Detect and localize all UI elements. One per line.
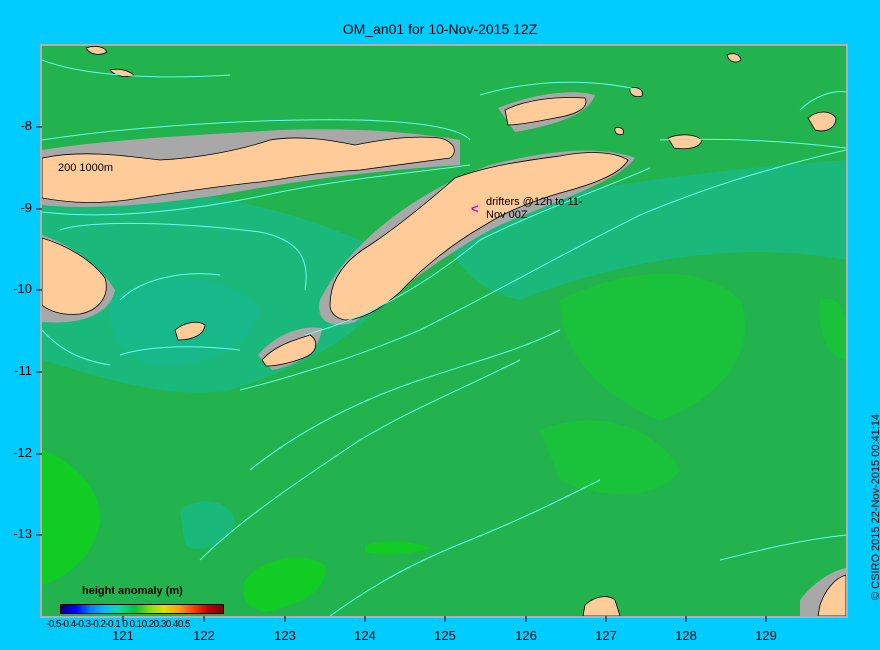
y-tick-label: -8 [20, 118, 32, 133]
legend-tick-labels: -0.5-0.4-0.3-0.2-0.1 0 0.10.20.30.40.5 [46, 619, 191, 630]
x-tick-label: 127 [595, 628, 617, 643]
legend-colorbar [60, 604, 224, 614]
sea-level-map [36, 44, 848, 622]
x-tick-label: 128 [675, 628, 697, 643]
legend-title: height anomaly (m) [82, 585, 183, 597]
credit-text: © CSIRO 2015 22-Nov-2015 00:41:14 [870, 413, 880, 600]
y-tick-label: -9 [20, 200, 32, 215]
isobath-label: 200 1000m [58, 162, 114, 174]
small-island [614, 126, 624, 136]
x-tick-label: 129 [755, 628, 777, 643]
x-tick-label: 126 [515, 628, 537, 643]
y-tick-label: -11 [14, 363, 32, 378]
drifter-label: drifters @12h to 11-Nov 00Z [486, 196, 583, 221]
x-tick-label: 123 [274, 628, 296, 643]
y-tick-label: -12 [13, 445, 32, 460]
y-tick-label: -13 [13, 526, 32, 541]
x-tick-label: 124 [354, 628, 376, 643]
x-tick-label: 122 [193, 628, 215, 643]
x-tick-label: 125 [434, 628, 456, 643]
y-tick-label: -10 [13, 281, 32, 296]
drifter-marker-icon: < [471, 201, 479, 216]
x-tick-label: 121 [112, 628, 134, 643]
